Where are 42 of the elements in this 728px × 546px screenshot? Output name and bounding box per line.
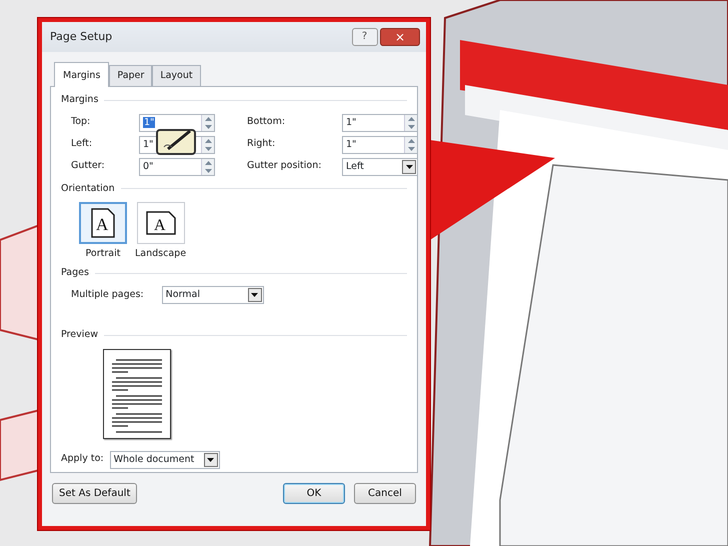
orientation-option[interactable]: A	[136, 202, 185, 244]
caret-icon	[207, 458, 214, 462]
window-title: Page Setup	[50, 28, 112, 45]
section-heading: Margins	[61, 93, 98, 108]
caret-icon	[251, 293, 258, 298]
field-label: Top:	[71, 115, 92, 130]
tab[interactable]: Margins	[54, 62, 110, 88]
spin-arrows-icon	[204, 160, 212, 172]
landscape-page-icon: A	[146, 210, 176, 235]
dialog-button[interactable]: Cancel	[354, 483, 416, 504]
section-heading: Orientation	[61, 182, 115, 196]
spinner-field[interactable]: 0"	[139, 158, 215, 176]
help-button[interactable]: ?	[352, 28, 378, 46]
caret-icon	[406, 164, 412, 168]
tab[interactable]: Layout	[152, 65, 201, 86]
field-label: Gutter position:	[247, 159, 322, 174]
portrait-page-icon: A	[91, 208, 115, 238]
orientation-option[interactable]: A	[79, 202, 127, 244]
section-heading: Pages	[61, 266, 89, 280]
field-label: Gutter:	[71, 159, 106, 174]
dropdown-field[interactable]: Left	[342, 158, 418, 176]
spinner-field[interactable]: 1"	[139, 114, 215, 132]
spinner-field[interactable]: 1"	[342, 136, 418, 154]
spin-arrows-icon	[204, 116, 212, 128]
section-heading: Preview	[61, 328, 98, 342]
close-button[interactable]: ×	[380, 28, 420, 46]
dialog-button[interactable]: OK	[283, 483, 345, 504]
dialog-button[interactable]: Set As Default	[52, 483, 138, 504]
tab[interactable]: Paper	[109, 65, 152, 86]
field-label: Bottom:	[247, 115, 286, 130]
field-label: Apply to:	[61, 452, 104, 466]
field-label: Right:	[247, 137, 276, 152]
option-label: Landscape	[135, 246, 186, 261]
field-label: Multiple pages:	[71, 288, 144, 302]
option-label: Portrait	[86, 246, 120, 261]
spin-arrows-icon	[408, 116, 414, 128]
field-label: Left:	[71, 137, 94, 152]
spinner-field[interactable]: 1"	[342, 114, 418, 132]
spin-arrows-icon	[408, 138, 414, 150]
spin-arrows-icon	[204, 138, 212, 150]
apply-to-dropdown[interactable]: Whole document	[110, 450, 220, 468]
multiple-pages-dropdown[interactable]: Normal	[162, 286, 264, 304]
